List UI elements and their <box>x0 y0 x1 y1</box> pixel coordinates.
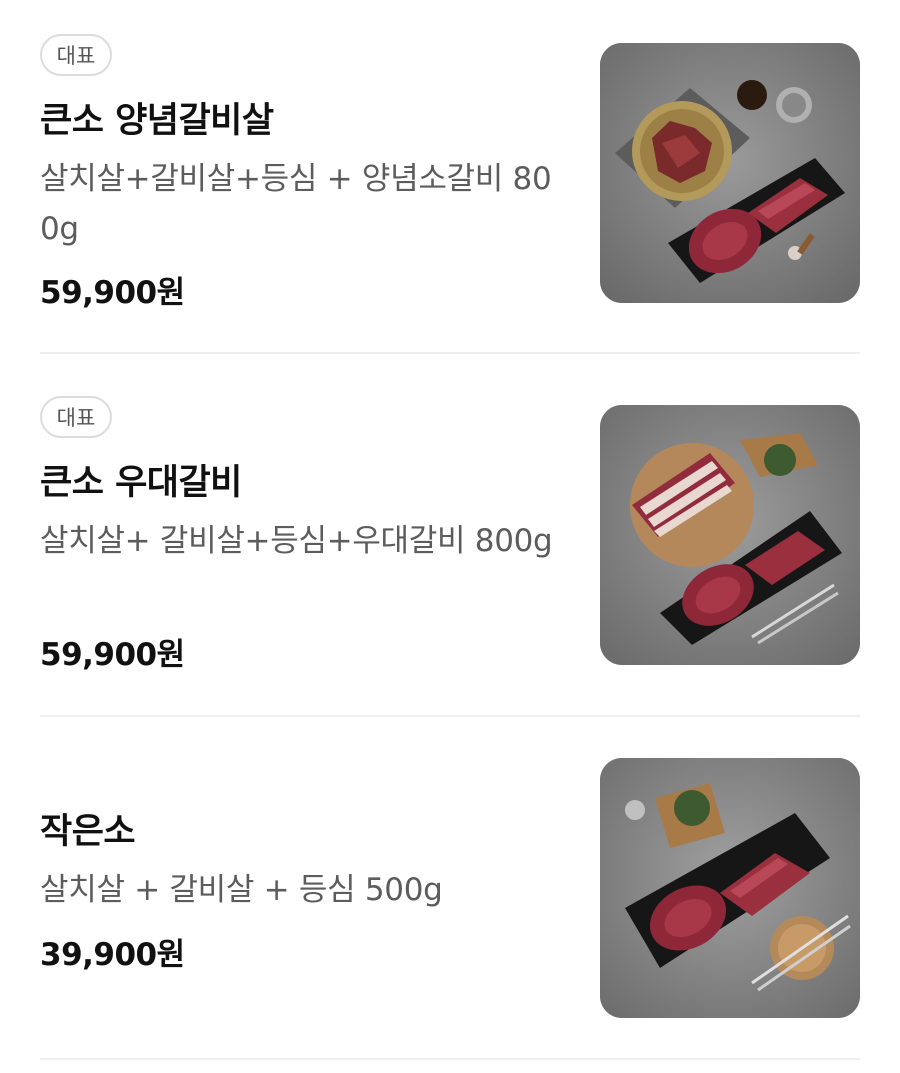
menu-item-photo[interactable] <box>600 43 860 303</box>
signature-badge: 대표 <box>40 34 112 76</box>
menu-item[interactable]: 대표 큰소 양념갈비살 살치살+갈비살+등심 + 양념소갈비 800g 59,9… <box>0 0 900 354</box>
menu-item-price: 59,900원 <box>40 637 185 673</box>
divider <box>40 1058 860 1060</box>
menu-item-name: 큰소 양념갈비살 <box>40 101 274 141</box>
menu-item-description: 살치살+갈비살+등심 + 양념소갈비 800g <box>40 161 552 247</box>
menu-item-price: 39,900원 <box>40 937 185 973</box>
menu-item-name: 작은소 <box>40 812 136 852</box>
menu-item-photo[interactable] <box>600 758 860 1018</box>
menu-item-name: 큰소 우대갈비 <box>40 463 242 503</box>
menu-item-description: 살치살 + 갈비살 + 등심 500g <box>40 872 443 908</box>
menu-item[interactable]: 작은소 살치살 + 갈비살 + 등심 500g 39,900원 <box>0 717 900 1062</box>
menu-list: 대표 큰소 양념갈비살 살치살+갈비살+등심 + 양념소갈비 800g 59,9… <box>0 0 900 1073</box>
signature-badge: 대표 <box>40 396 112 438</box>
menu-item-photo[interactable] <box>600 405 860 665</box>
menu-item[interactable]: 대표 큰소 우대갈비 살치살+ 갈비살+등심+우대갈비 800g 59,900원 <box>0 354 900 716</box>
menu-item-description: 살치살+ 갈비살+등심+우대갈비 800g <box>40 523 553 559</box>
menu-item-price: 59,900원 <box>40 275 185 311</box>
